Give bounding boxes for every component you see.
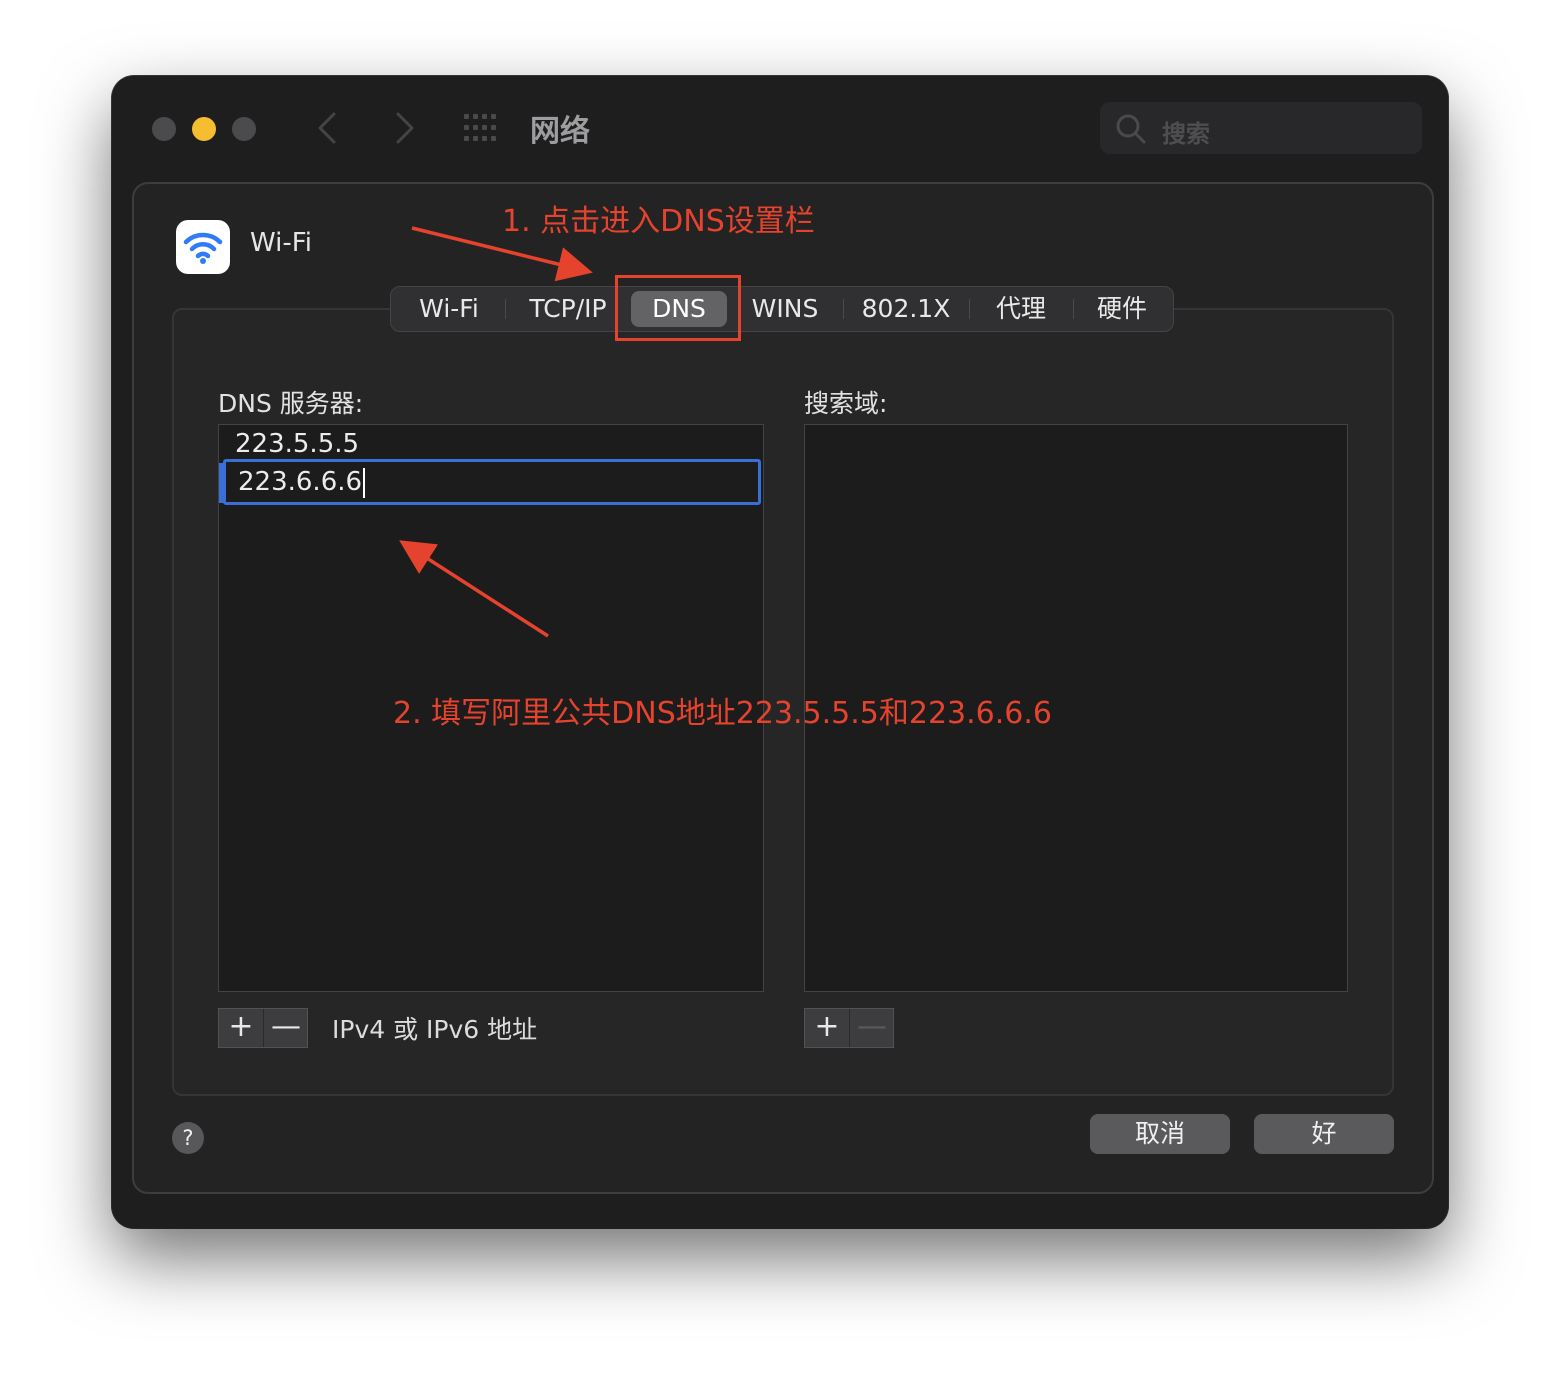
arrow-to-dns-tab (411, 226, 593, 282)
arrow-to-dns-entry (399, 540, 549, 638)
annotation-arrows (399, 226, 593, 638)
